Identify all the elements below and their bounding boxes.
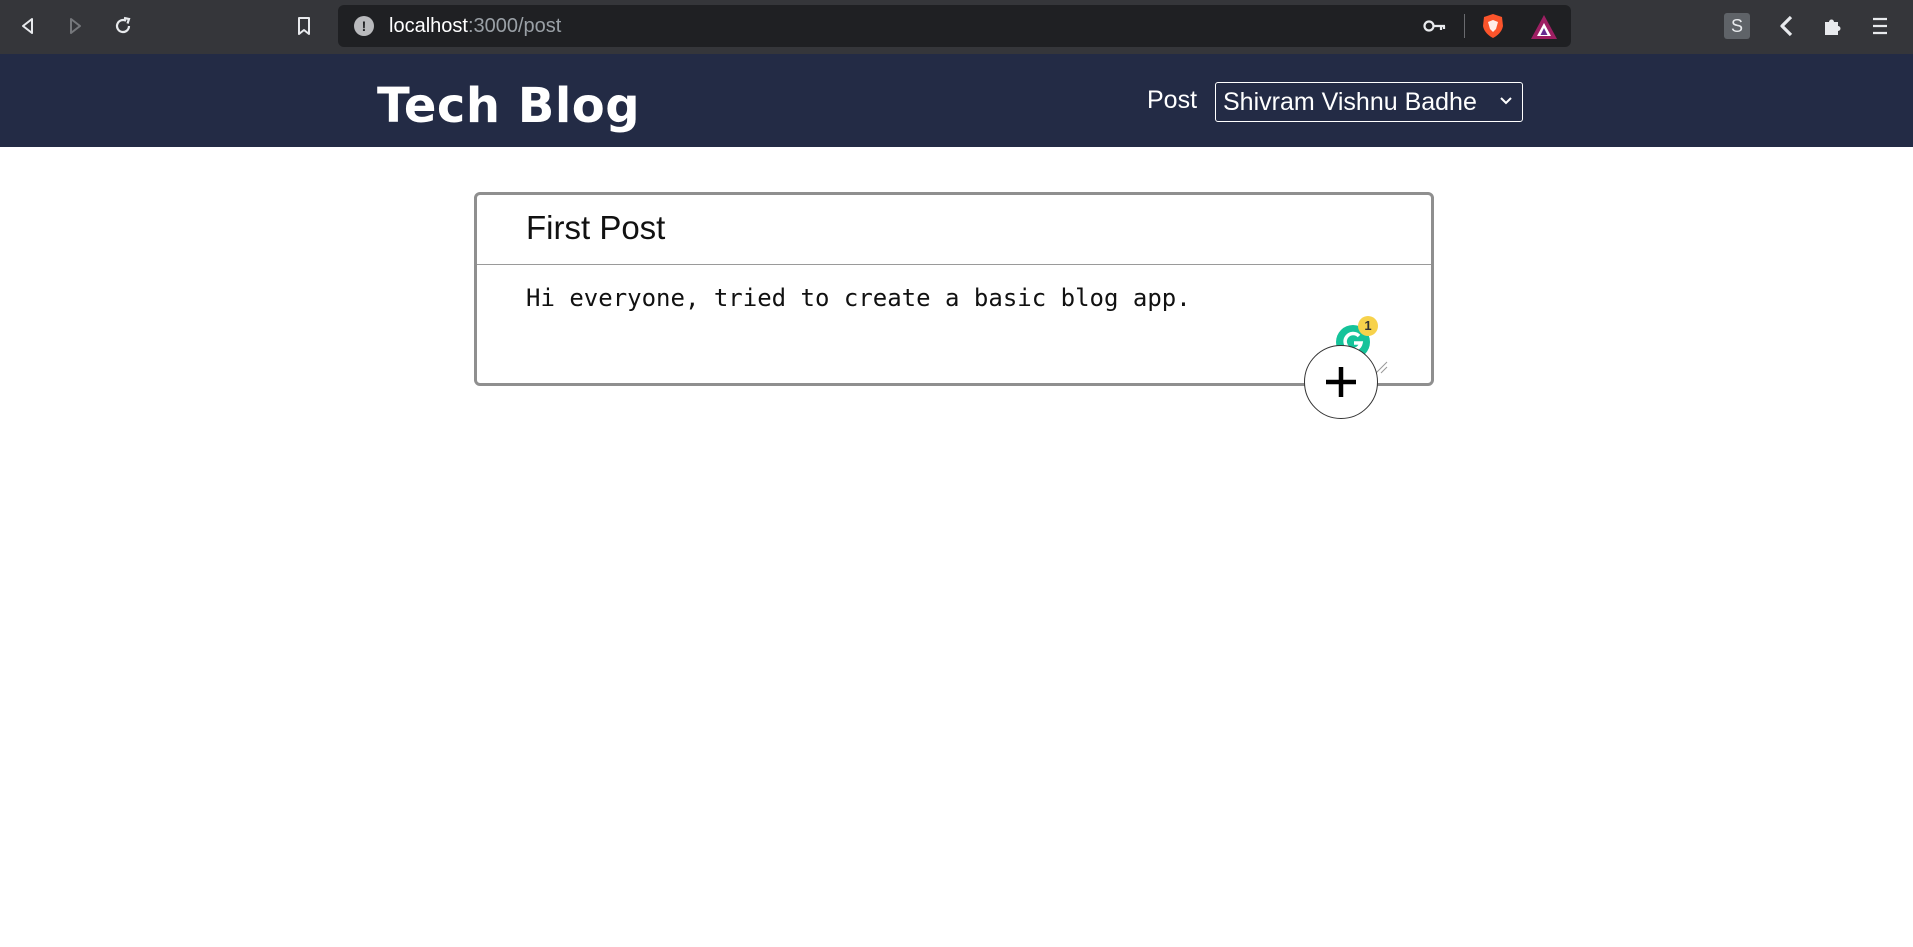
post-card: First Post Hi everyone, tried to create … bbox=[474, 192, 1434, 386]
chevron-down-icon bbox=[1500, 97, 1512, 105]
menu-icon[interactable] bbox=[1866, 12, 1894, 40]
address-bar[interactable]: ! localhost:3000/post bbox=[338, 5, 1571, 47]
forward-icon[interactable] bbox=[59, 10, 91, 42]
brand-logo[interactable]: Tech Blog bbox=[377, 78, 640, 134]
brave-shield-icon[interactable] bbox=[1479, 12, 1507, 40]
back-icon[interactable] bbox=[12, 10, 44, 42]
address-bar-divider bbox=[1464, 14, 1465, 38]
chevron-left-icon[interactable] bbox=[1773, 12, 1801, 40]
reload-icon[interactable] bbox=[107, 10, 139, 42]
url-host: localhost bbox=[389, 15, 468, 37]
app-header: Tech Blog Post Shivram Vishnu Badhe bbox=[0, 54, 1913, 147]
user-select-value: Shivram Vishnu Badhe bbox=[1223, 88, 1477, 116]
user-select[interactable]: Shivram Vishnu Badhe bbox=[1215, 82, 1523, 122]
post-title: First Post bbox=[526, 209, 666, 246]
plus-icon bbox=[1326, 367, 1356, 397]
info-icon[interactable]: ! bbox=[354, 16, 374, 36]
url-text: localhost:3000/post bbox=[389, 15, 561, 38]
extension-s-icon[interactable]: S bbox=[1724, 13, 1750, 39]
key-icon[interactable] bbox=[1423, 16, 1447, 36]
post-body: Hi everyone, tried to create a basic blo… bbox=[526, 284, 1191, 312]
url-path: :3000/post bbox=[467, 15, 562, 37]
nav-link-post[interactable]: Post bbox=[1147, 86, 1197, 115]
post-divider bbox=[477, 264, 1431, 265]
browser-toolbar: ! localhost:3000/post S bbox=[0, 0, 1913, 54]
add-post-button[interactable] bbox=[1304, 345, 1378, 419]
extensions-icon[interactable] bbox=[1819, 12, 1847, 40]
grammarly-count-badge: 1 bbox=[1358, 316, 1378, 336]
bookmark-icon[interactable] bbox=[288, 10, 320, 42]
rewards-icon[interactable] bbox=[1530, 14, 1558, 40]
